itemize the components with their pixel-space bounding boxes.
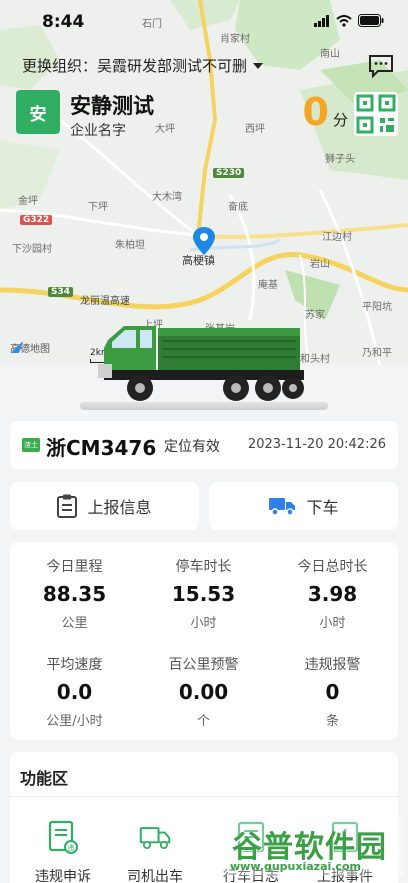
map-label: 下沙园村 [12,244,52,255]
stat-today-mileage: 今日里程 88.35 公里 [10,556,139,631]
stat-label: 停车时长 [175,559,232,575]
signal-icon [314,14,329,27]
score-value: 0 [302,90,329,134]
stat-today-total-duration: 今日总时长 3.98 小时 [268,556,397,631]
stats-card: 今日里程 88.35 公里 停车时长 15.53 小时 今日总时长 3.98 小… [10,542,398,740]
company-subtitle: 企业名字 [70,123,126,139]
function-driver-dispatch[interactable]: 司机出车 [110,820,200,883]
score-display: 0 分 [303,90,348,134]
status-icons [314,14,384,27]
map-label: 龙丽温高速 [80,296,130,307]
watermark-logo: 谷普软件园 www.gupuxiazai.com [224,818,404,876]
stat-value: 0.0 [56,680,93,704]
wifi-icon [336,14,352,27]
map-label: 金坪 [18,196,38,207]
location-pin-icon[interactable] [192,226,216,256]
map-label: 大坪 [155,124,175,135]
stat-value: 0 [325,680,340,704]
map-label: 狮子头 [325,154,355,165]
stat-label: 今日里程 [46,559,103,575]
function-label: 违规申诉 [35,869,91,883]
status-time: 8:44 [42,12,85,32]
stat-parking-duration: 停车时长 15.53 小时 [139,556,268,631]
muck-truck-badge: 渣土 [22,438,40,452]
road-badge: S34 [48,287,74,297]
appeal-document-icon: 违 [48,820,78,854]
map-label: 平阳坑 [362,302,392,313]
function-area-title: 功能区 [20,769,69,788]
stat-unit: 个 [196,714,210,729]
map-label: 庵基 [258,280,278,291]
stat-average-speed: 平均速度 0.0 公里/小时 [10,654,139,729]
stat-unit: 条 [325,714,339,729]
stat-value: 88.35 [42,582,107,606]
truck-illustration [98,326,304,401]
battery-icon [358,14,384,27]
map-label: 岩山 [310,259,330,270]
stat-label: 百公里预警 [168,657,239,673]
map-label: 下坪 [88,202,108,213]
stat-value: 3.98 [307,582,358,606]
map-label: 奋底 [228,202,248,213]
qr-code-icon [356,94,396,134]
stat-label: 今日总时长 [297,559,368,575]
stat-label: 违规报警 [304,657,361,673]
map-label: 西坪 [245,124,265,135]
stat-value: 15.53 [171,582,236,606]
clipboard-icon [57,494,78,518]
amap-logo-icon [11,341,23,353]
svg-text:违: 违 [68,844,75,852]
stat-label: 平均速度 [46,657,103,673]
org-name: 吴霞研发部测试不可删 [97,57,248,75]
caret-down-icon [253,62,264,69]
watermark-url: www.gupuxiazai.com [230,860,361,873]
map-label: 江边村 [322,232,352,243]
alight-label: 下车 [306,498,339,517]
location-timestamp: 2023-11-20 20:42:26 [247,437,386,452]
qr-code-button[interactable] [354,92,398,136]
road-badge: S230 [213,168,245,178]
road-badge: G322 [20,215,53,225]
report-info-label: 上报信息 [87,498,152,517]
function-label: 司机出车 [127,869,183,883]
alight-button[interactable]: 下车 [209,482,398,530]
map-label: 朱柏坦 [115,240,145,251]
stat-unit: 小时 [319,616,346,631]
org-prefix: 更换组织： [22,57,98,75]
score-unit: 分 [332,111,348,129]
map-label: 大木湾 [152,192,182,203]
company-name: 安静测试 [70,94,154,118]
function-appeal[interactable]: 违 违规申诉 [18,820,108,883]
map-label: 乃和平 [362,348,392,359]
stat-unit: 小时 [190,616,217,631]
map-attribution: 高德地图 [10,340,50,355]
vehicle-info-card[interactable]: 渣土 浙CM3476 定位有效 2023-11-20 20:42:26 [10,421,398,469]
stat-violation-alarm: 违规报警 0 条 [268,654,397,729]
stat-unit: 公里 [61,616,88,631]
truck-icon [139,827,171,849]
map-label: 南山 [320,49,340,60]
company-logo: 安 [16,90,60,134]
message-icon[interactable] [368,54,394,78]
stat-value: 0.00 [178,680,229,704]
plate-number: 浙CM3476 [46,436,157,460]
location-status: 定位有效 [164,439,220,455]
org-switcher[interactable]: 更换组织： 吴霞研发部测试不可删 [22,55,264,76]
stat-unit: 公里/小时 [46,714,103,729]
status-bar: 8:44 [0,0,408,46]
truck-shadow [80,402,328,410]
report-info-button[interactable]: 上报信息 [10,482,199,530]
divider [10,796,398,797]
truck-icon [269,498,296,516]
stat-per-100km-warning: 百公里预警 0.00 个 [139,654,268,729]
